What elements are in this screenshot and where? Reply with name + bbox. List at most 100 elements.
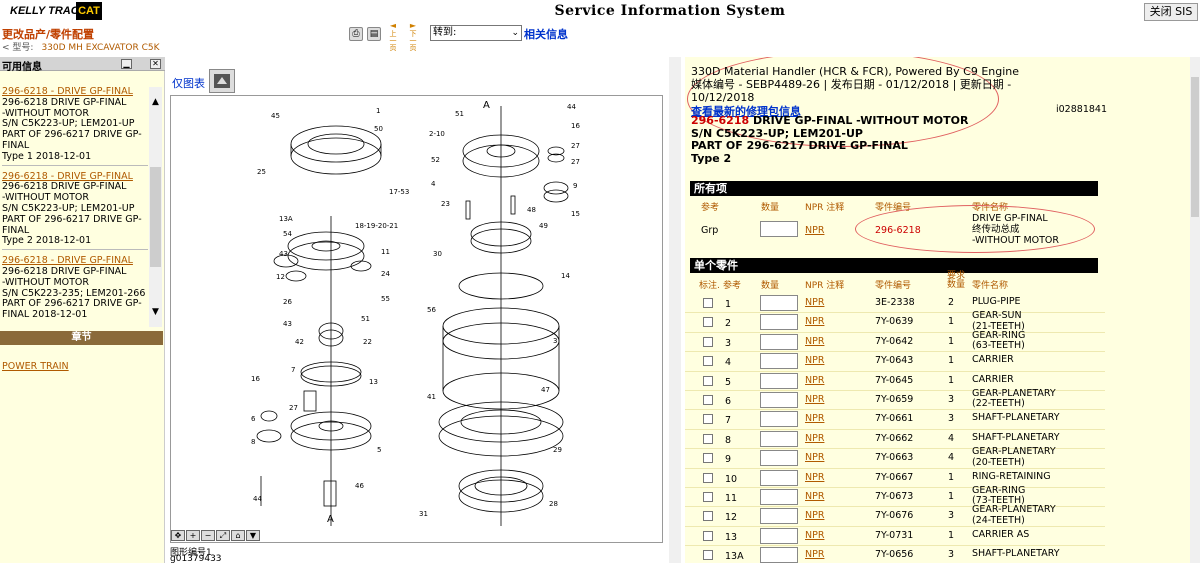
row-part-name: GEAR-RING (63-TEETH) xyxy=(972,330,1025,352)
document-icon[interactable]: ▤ xyxy=(367,27,381,41)
row-checkbox[interactable] xyxy=(703,530,713,541)
row-qty-input[interactable] xyxy=(760,430,798,447)
svg-text:16: 16 xyxy=(251,375,260,383)
row-qty-input[interactable] xyxy=(760,314,798,331)
row-qty-input[interactable] xyxy=(760,295,798,311)
svg-text:A: A xyxy=(483,100,490,111)
list-item-line: -WITHOUT MOTOR xyxy=(2,276,89,288)
row-npr-link[interactable]: NPR xyxy=(805,375,824,386)
row-qty-input[interactable] xyxy=(760,527,798,544)
illustration-view-icon[interactable] xyxy=(209,69,235,93)
row-part-number: 7Y-0676 xyxy=(875,510,914,522)
list-item-line: Type 2 2018-12-01 xyxy=(2,235,92,247)
row-qty-input[interactable] xyxy=(760,353,798,370)
svg-text:22: 22 xyxy=(363,338,372,346)
scroll-thumb[interactable] xyxy=(150,167,161,267)
table-row: 12 NPR 7Y-0676 3 GEAR-PLANETARY (24-TEETH) xyxy=(685,505,1105,527)
table-row: 1 NPR 3E-2338 2 PLUG-PIPE xyxy=(685,294,1105,314)
row-npr-link[interactable]: NPR xyxy=(805,549,824,560)
row-part-name: GEAR-PLANETARY (24-TEETH) xyxy=(972,505,1056,526)
part-name-line: PLUG-PIPE xyxy=(972,296,1021,307)
row-npr-link[interactable]: NPR xyxy=(805,452,824,463)
row-qty-input[interactable] xyxy=(760,391,798,408)
col-mark: 标注. xyxy=(699,281,720,291)
next-page-button[interactable]: ► 下一页 xyxy=(406,22,420,53)
row-checkbox[interactable] xyxy=(703,491,713,502)
minimize-icon[interactable]: ▁ xyxy=(121,59,132,69)
goto-select[interactable]: 转到: ⌄ xyxy=(430,25,522,41)
row-qty-input[interactable] xyxy=(760,488,798,505)
row-npr-link[interactable]: NPR xyxy=(805,316,824,327)
grp-npr-link[interactable]: NPR xyxy=(805,225,824,236)
row-qty-input[interactable] xyxy=(760,450,798,467)
prev-page-button[interactable]: ◄ 上一页 xyxy=(386,22,400,53)
row-npr-link[interactable]: NPR xyxy=(805,355,824,366)
fit-icon[interactable]: ⤢ xyxy=(216,530,230,541)
row-part-number: 7Y-0731 xyxy=(875,529,914,541)
row-qty-input[interactable] xyxy=(760,469,798,486)
left-panel-header: 可用信息 ▁ ✕ xyxy=(0,57,165,73)
col-ref: 参考 xyxy=(723,281,742,291)
svg-text:18-19-20-21: 18-19-20-21 xyxy=(355,222,398,230)
row-qty-input[interactable] xyxy=(760,547,798,563)
pan-icon[interactable]: ✥ xyxy=(171,530,185,541)
row-part-number: 7Y-0656 xyxy=(875,549,914,561)
row-checkbox[interactable] xyxy=(703,511,713,522)
list-item-line: FINAL 2018-12-01 xyxy=(2,309,88,321)
row-checkbox[interactable] xyxy=(703,375,713,386)
right-scrollbar[interactable] xyxy=(1190,57,1200,563)
row-npr-link[interactable]: NPR xyxy=(805,413,824,424)
list-item: 296-6218 - DRIVE GP-FINAL 296-6218 DRIVE… xyxy=(2,255,148,323)
scroll-thumb[interactable] xyxy=(1191,77,1199,217)
row-qty-input[interactable] xyxy=(760,508,798,525)
illustration-only-link[interactable]: 仅图表 xyxy=(172,75,205,91)
row-checkbox[interactable] xyxy=(703,550,713,561)
row-npr-link[interactable]: NPR xyxy=(805,336,824,347)
menu-dropdown-icon[interactable]: ▼ xyxy=(246,530,260,541)
row-qty-input[interactable] xyxy=(760,372,798,389)
related-info-link[interactable]: 相关信息 xyxy=(524,26,568,42)
print-icon[interactable]: ⎙ xyxy=(349,27,363,41)
model-breadcrumb: < 型号: 330D MH EXCAVATOR C5K xyxy=(2,40,160,53)
chapter-link-power-train[interactable]: POWER TRAIN xyxy=(2,361,69,372)
svg-text:A: A xyxy=(327,514,334,525)
row-checkbox[interactable] xyxy=(703,394,713,405)
row-qty-input[interactable] xyxy=(760,411,798,428)
row-qty-input[interactable] xyxy=(760,333,798,350)
row-checkbox[interactable] xyxy=(703,433,713,444)
row-ref: 5 xyxy=(725,376,732,388)
row-checkbox[interactable] xyxy=(703,414,713,425)
row-npr-link[interactable]: NPR xyxy=(805,491,824,502)
parts-info-panel: 330D Material Handler (HCR & FCR), Power… xyxy=(685,57,1190,563)
row-checkbox[interactable] xyxy=(703,472,713,483)
row-checkbox[interactable] xyxy=(703,298,713,308)
model-name[interactable]: 330D MH EXCAVATOR C5K xyxy=(41,43,159,53)
row-checkbox[interactable] xyxy=(703,336,713,347)
row-checkbox[interactable] xyxy=(703,356,713,367)
row-req-qty: 1 xyxy=(948,355,955,367)
left-scrollbar[interactable]: ▲ ▼ xyxy=(149,87,162,327)
model-prefix: < 型号: xyxy=(2,43,34,53)
row-npr-link[interactable]: NPR xyxy=(805,530,824,541)
col-npr: NPR 注释 xyxy=(805,203,845,213)
zoom-out-icon[interactable]: − xyxy=(201,530,215,541)
row-npr-link[interactable]: NPR xyxy=(805,433,824,444)
center-scrollbar[interactable] xyxy=(669,57,681,563)
svg-text:51: 51 xyxy=(361,315,370,323)
zoom-in-icon[interactable]: + xyxy=(186,530,200,541)
close-sis-button[interactable]: 关闭 SIS xyxy=(1144,3,1198,21)
grp-qty-input[interactable] xyxy=(760,221,798,237)
row-checkbox[interactable] xyxy=(703,317,713,328)
scroll-up-icon[interactable]: ▲ xyxy=(149,97,162,107)
row-checkbox[interactable] xyxy=(703,453,713,464)
svg-text:46: 46 xyxy=(355,482,364,490)
row-npr-link[interactable]: NPR xyxy=(805,472,824,483)
home-icon[interactable]: ⌂ xyxy=(231,530,245,541)
row-ref: 1 xyxy=(725,299,732,310)
close-icon[interactable]: ✕ xyxy=(150,59,161,69)
scroll-down-icon[interactable]: ▼ xyxy=(149,307,162,317)
row-npr-link[interactable]: NPR xyxy=(805,510,824,521)
exploded-diagram[interactable]: 1 50 45 25 17-53 13A 18-19-20-21 54 11 43 24 12… xyxy=(170,95,663,543)
row-npr-link[interactable]: NPR xyxy=(805,394,824,405)
row-npr-link[interactable]: NPR xyxy=(805,297,824,308)
